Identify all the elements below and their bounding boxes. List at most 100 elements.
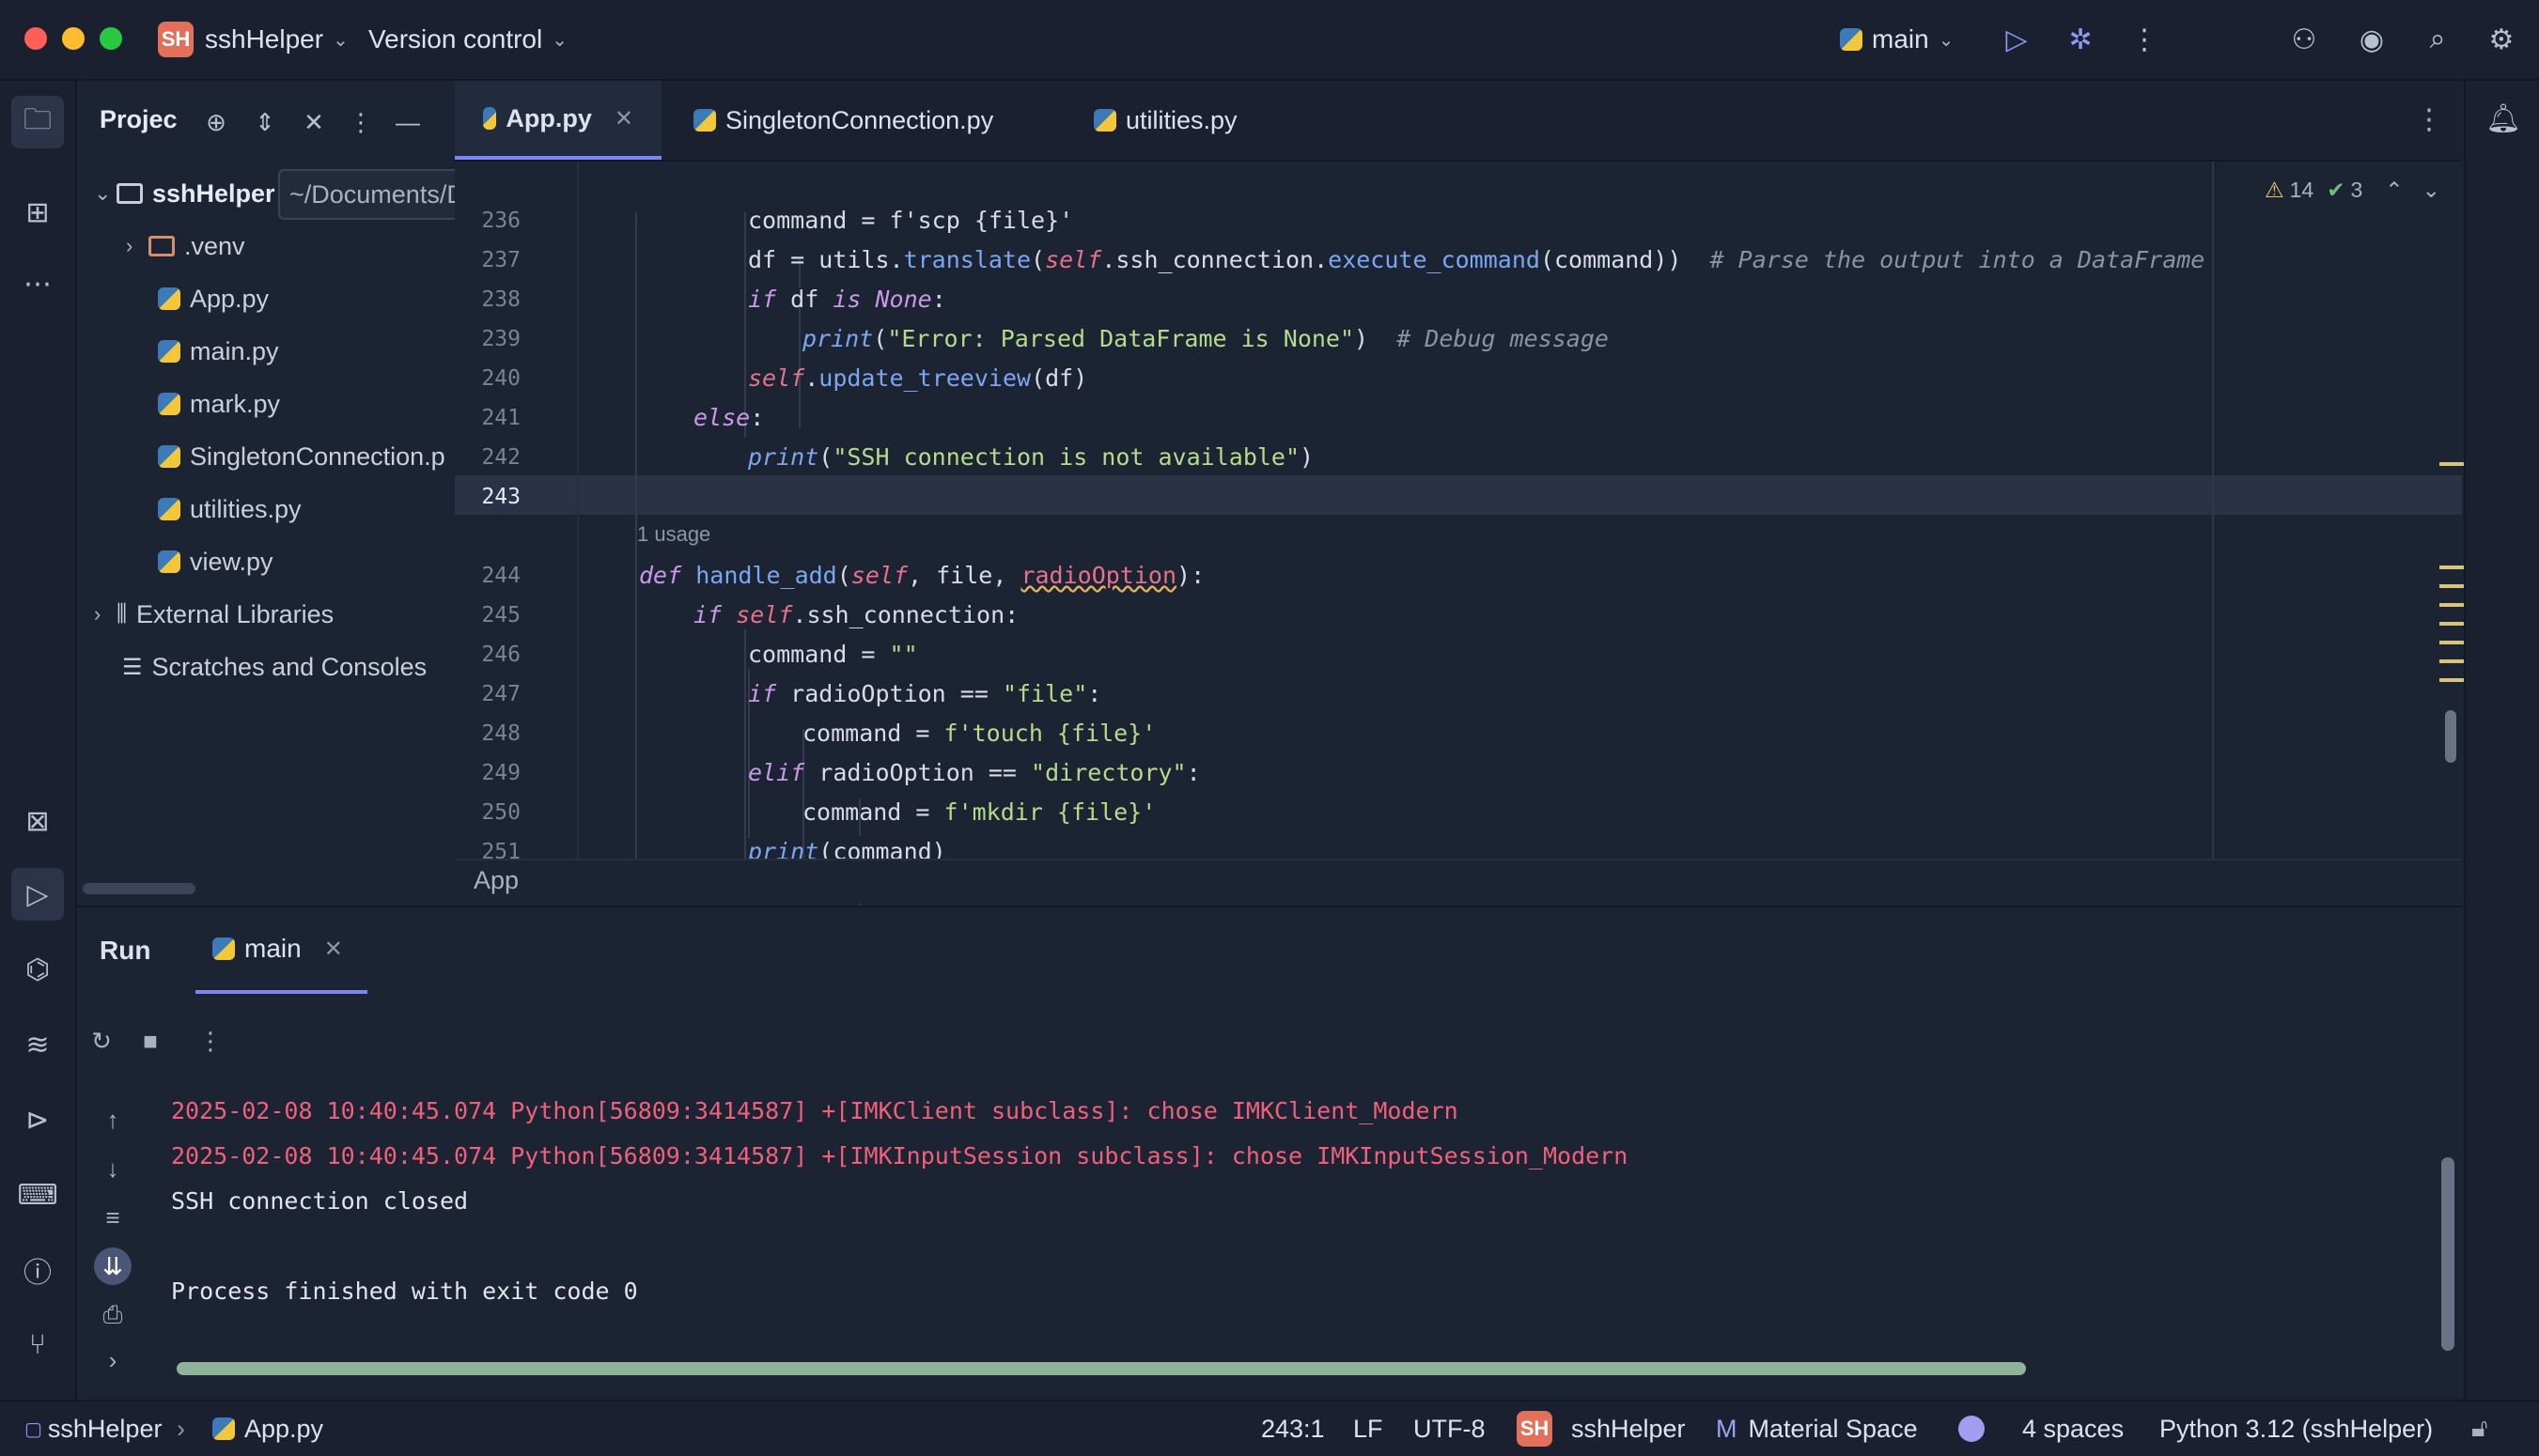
error-stripe-mark[interactable]	[2439, 659, 2464, 663]
code-line[interactable]: command = f'scp {file}'	[748, 207, 1073, 234]
close-window-button[interactable]	[24, 27, 47, 50]
options-icon[interactable]: ⋮	[344, 105, 378, 139]
rerun-icon[interactable]: ↻	[83, 1022, 120, 1060]
tree-root[interactable]: ⌄ sshHelper	[94, 171, 275, 216]
terminal-icon[interactable]: ⌨	[11, 1169, 64, 1221]
tree-item-view[interactable]: view.py	[158, 539, 273, 584]
run-config-selector[interactable]: main ⌄	[1840, 21, 1954, 58]
tab-options-icon[interactable]: ⋮	[2415, 103, 2443, 136]
services-icon[interactable]: ⊳	[11, 1093, 64, 1146]
console-vertical-scrollbar[interactable]	[2441, 1157, 2454, 1351]
console-horizontal-scrollbar[interactable]	[177, 1362, 2026, 1375]
code-line[interactable]: else:	[693, 404, 764, 431]
tree-item-external-libraries[interactable]: › ⫼ External Libraries	[94, 592, 334, 637]
code-line[interactable]: if radioOption == "file":	[748, 680, 1101, 707]
error-stripe-mark[interactable]	[2439, 462, 2464, 466]
structure-icon[interactable]: ⊞	[11, 186, 64, 239]
search-icon[interactable]: ⌕	[2415, 17, 2460, 62]
tree-item-app[interactable]: App.py	[158, 276, 269, 321]
excel-icon[interactable]: ⊠	[11, 795, 64, 847]
editor-scrollbar-thumb[interactable]	[2445, 710, 2456, 763]
code-line[interactable]: print("Error: Parsed DataFrame is None")…	[802, 325, 1609, 352]
tree-item-main[interactable]: main.py	[158, 329, 279, 374]
tree-item-mark[interactable]: mark.py	[158, 381, 280, 426]
minimize-window-button[interactable]	[62, 27, 85, 50]
error-stripe-mark[interactable]	[2439, 678, 2464, 682]
add-user-icon[interactable]: ⚇	[2282, 17, 2327, 62]
ai-assistant-icon[interactable]: ◉	[2349, 17, 2394, 62]
zoom-window-button[interactable]	[100, 27, 122, 50]
code-line[interactable]: command = f'touch {file}'	[802, 720, 1156, 747]
caret-position[interactable]: 243:1	[1261, 1402, 1325, 1456]
theme-widget[interactable]: M Material Space	[1716, 1402, 1918, 1456]
code-line[interactable]: elif radioOption == "directory":	[748, 759, 1201, 786]
tab-app-py[interactable]: App.py ✕	[455, 81, 662, 160]
run-options-icon[interactable]: ⋮	[192, 1022, 229, 1060]
python-interpreter[interactable]: Python 3.12 (sshHelper)	[2159, 1402, 2433, 1456]
scroll-to-end-icon[interactable]: ⇊	[94, 1247, 132, 1285]
close-icon[interactable]: ✕	[324, 936, 343, 963]
problems-icon[interactable]: ⓘ	[11, 1244, 64, 1296]
code-line[interactable]: self.update_treeview(df)	[748, 364, 1087, 392]
chevron-down-icon[interactable]: ⌄	[2422, 178, 2440, 203]
editor-breadcrumb[interactable]: App	[474, 866, 519, 895]
scroll-down-icon[interactable]: ↓	[94, 1150, 132, 1187]
close-icon[interactable]: ✕	[615, 105, 633, 132]
error-stripe-mark[interactable]	[2439, 565, 2464, 569]
usage-hint[interactable]: 1 usage	[637, 522, 710, 547]
python-console-icon[interactable]: ⌬	[11, 943, 64, 996]
horizontal-scrollbar[interactable]	[83, 883, 195, 894]
error-stripe-mark[interactable]	[2439, 641, 2464, 644]
indent-setting[interactable]: 4 spaces	[2022, 1402, 2124, 1456]
locate-icon[interactable]: ⊕	[199, 105, 233, 139]
code-line[interactable]: command = ""	[748, 641, 918, 668]
vcs-menu[interactable]: Version control ⌄	[368, 21, 568, 58]
print-icon[interactable]: ⎙	[94, 1296, 132, 1334]
status-project-badge[interactable]: SH	[1517, 1402, 1552, 1456]
notifications-icon[interactable]: 🔔︎	[2477, 92, 2530, 145]
tree-item-singleton[interactable]: SingletonConnection.p	[158, 434, 445, 479]
layers-icon[interactable]: ≋	[11, 1018, 64, 1071]
tab-utilities[interactable]: utilities.py	[1066, 81, 1310, 160]
more-tools-icon[interactable]: ⋯	[11, 257, 64, 310]
code-line[interactable]: print("SSH connection is not available")	[748, 443, 1314, 471]
project-switcher[interactable]: SH sshHelper ⌄	[158, 21, 349, 58]
git-icon[interactable]: ⑂	[11, 1319, 64, 1371]
file-encoding[interactable]: UTF-8	[1413, 1402, 1486, 1456]
code-line[interactable]: if self.ssh_connection:	[693, 601, 1019, 628]
inspection-widget[interactable]: ⚠ 14 ✔ 3 ⌃ ⌄	[2265, 171, 2440, 209]
line-separator[interactable]: LF	[1353, 1402, 1383, 1456]
error-stripe-mark[interactable]	[2439, 603, 2464, 607]
collapse-all-icon[interactable]: ✕	[297, 105, 331, 139]
project-folder-icon[interactable]: 🗀	[11, 96, 64, 148]
stop-icon[interactable]: ■	[132, 1022, 169, 1060]
expand-all-icon[interactable]: ⇕	[248, 105, 282, 139]
tree-item-venv[interactable]: › .venv	[126, 224, 245, 269]
hide-panel-icon[interactable]: —	[391, 105, 425, 139]
code-line[interactable]: if df is None:	[748, 286, 946, 313]
debug-icon[interactable]: ✲	[2058, 17, 2103, 62]
status-breadcrumb-file[interactable]: App.py	[212, 1402, 323, 1456]
run-icon[interactable]: ▷	[1994, 17, 2039, 62]
run-tab-main[interactable]: main ✕	[195, 907, 367, 994]
tab-singleton-connection[interactable]: SingletonConnection.py	[665, 81, 1060, 160]
code-line[interactable]: def handle_add(self, file, radioOption):	[639, 562, 1205, 589]
tree-item-utilities[interactable]: utilities.py	[158, 487, 302, 532]
chevron-up-icon[interactable]: ⌃	[2385, 178, 2403, 203]
soft-wrap-icon[interactable]: ≡	[94, 1199, 132, 1236]
line-number: 248	[481, 721, 521, 746]
theme-color-dot[interactable]	[1958, 1402, 1985, 1456]
error-stripe-mark[interactable]	[2439, 622, 2464, 626]
tree-item-scratches[interactable]: ☰ Scratches and Consoles	[122, 644, 427, 689]
code-line[interactable]: command = f'mkdir {file}'	[802, 798, 1156, 826]
run-tool-icon[interactable]: ▷	[11, 868, 64, 921]
more-actions-icon[interactable]: ⋮	[2122, 17, 2167, 62]
scroll-up-icon[interactable]: ↑	[94, 1101, 132, 1138]
error-stripe-mark[interactable]	[2439, 584, 2464, 588]
status-project-name[interactable]: sshHelper	[1571, 1402, 1686, 1456]
settings-icon[interactable]: ⚙	[2479, 17, 2524, 62]
status-breadcrumb-project[interactable]: ▢ sshHelper	[24, 1402, 162, 1456]
chevron-right-icon[interactable]: ›	[94, 1341, 132, 1379]
lock-icon[interactable]: 🔓︎	[2471, 1402, 2488, 1456]
code-line[interactable]: df = utils.translate(self.ssh_connection…	[748, 246, 2204, 273]
